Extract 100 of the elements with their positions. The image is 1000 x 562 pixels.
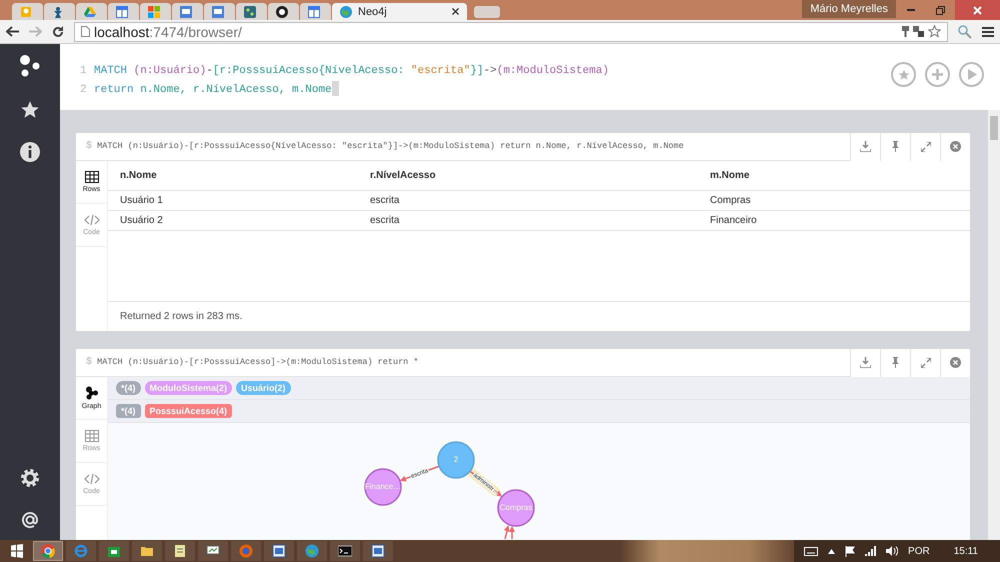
clock-time[interactable]: 15:11: [954, 546, 978, 556]
console-icon: [338, 544, 352, 558]
flag-icon[interactable]: [845, 546, 856, 556]
code-icon: [84, 473, 100, 485]
table-cell-text: escrita: [370, 195, 400, 206]
expand-icon: [920, 358, 930, 368]
expand-button[interactable]: [910, 133, 940, 160]
table-cell-text: Compras: [710, 195, 752, 206]
table-cell-text: escrita: [370, 215, 400, 226]
translate-icon[interactable]: [913, 26, 924, 37]
taskbar-button[interactable]: [264, 541, 294, 561]
taskbar-button[interactable]: [99, 541, 129, 561]
search-icon[interactable]: [958, 24, 972, 38]
url-host: localhost: [94, 24, 150, 40]
code-line: MATCH (n:Usuário)-[r:PosssuiAcesso{NívelAcesso: "escrita"}]->(m:ModuloSistema): [94, 64, 609, 79]
node-label: 2: [454, 455, 458, 464]
browser-e-icon: [74, 544, 88, 558]
taskbar-button[interactable]: [132, 541, 162, 561]
address-field[interactable]: localhost:7474/browser/: [74, 22, 948, 42]
close-button[interactable]: [940, 349, 970, 376]
close-window-button[interactable]: [955, 0, 1000, 20]
logo-icon[interactable]: [19, 54, 41, 78]
close-icon: [950, 141, 961, 152]
close-button[interactable]: [940, 133, 970, 160]
table-icon: [84, 430, 98, 442]
status-text: Returned 2 rows in 283 ms.: [108, 301, 970, 331]
download-button[interactable]: [850, 349, 880, 376]
pin-icon: [891, 141, 900, 152]
download-button[interactable]: [850, 133, 880, 160]
settings-icon[interactable]: [20, 468, 40, 488]
browser-tab[interactable]: [268, 3, 299, 20]
table-cell-text: Usuário 1: [120, 195, 164, 206]
caret-icon[interactable]: [828, 548, 836, 554]
cat-icon: [276, 6, 288, 18]
globe-icon: [340, 6, 352, 18]
close-icon: [950, 357, 961, 368]
query-command: MATCH (n:Usuário)-[r:PosssuiAcesso{NívelAcesso: "escrita"}]->(m:ModuloSistema) return n.Nome, r.NívelAcesso, m.Nome: [97, 141, 684, 151]
document-icon: [180, 6, 192, 18]
query-command: MATCH (n:Usuário)-[r:PosssuiAcesso]->(m:ModuloSistema) return *: [97, 357, 418, 367]
expand-icon: [920, 142, 930, 152]
folder-icon: [140, 544, 154, 558]
star-icon[interactable]: [20, 100, 40, 120]
pin-button[interactable]: [880, 133, 910, 160]
code-icon: [84, 214, 100, 226]
figure-icon: [52, 6, 64, 18]
graph-node[interactable]: [497, 489, 535, 527]
url-path: :7474/browser/: [149, 24, 242, 40]
minimize-icon: [907, 9, 915, 11]
reload-icon[interactable]: [52, 26, 64, 38]
prompt-sign: $: [86, 357, 92, 368]
graph-node[interactable]: [364, 468, 402, 506]
signal-icon[interactable]: [865, 546, 876, 556]
taskbar-button[interactable]: [330, 541, 360, 561]
column-header: m.Nome: [710, 170, 750, 181]
taskbar-button[interactable]: [198, 541, 228, 561]
at-sign-icon[interactable]: [20, 510, 40, 530]
plus-icon: [932, 69, 943, 80]
table-cell-text: Usuário 2: [120, 215, 164, 226]
star-icon: [898, 68, 910, 80]
key-icon[interactable]: [902, 26, 909, 37]
bulb-icon: [20, 6, 32, 18]
close-icon: [973, 6, 982, 14]
play-icon: [966, 69, 976, 80]
back-icon[interactable]: [6, 26, 19, 37]
bag-icon: [107, 544, 121, 558]
layout-icon: [308, 6, 320, 18]
window-app-icon: [371, 544, 385, 558]
line-number: 1: [80, 64, 88, 79]
table-icon: [84, 171, 98, 183]
relationship-arrow[interactable]: [504, 525, 510, 539]
profile-name[interactable]: Mário Meyrelles: [802, 0, 896, 18]
table-cell-text: Financeiro: [710, 215, 758, 226]
relationship-arrow[interactable]: [509, 526, 515, 539]
star-icon[interactable]: [928, 25, 941, 38]
line-number: 2: [80, 83, 88, 98]
speaker-icon[interactable]: [886, 546, 898, 556]
menu-icon[interactable]: [982, 26, 994, 36]
taskbar-button[interactable]: [165, 541, 195, 561]
graph-icon: [244, 6, 256, 18]
download-icon: [860, 357, 871, 368]
pin-button[interactable]: [880, 349, 910, 376]
notepad-icon: [173, 544, 187, 558]
code-line: return n.Nome, r.NívelAcesso, m.Nome: [94, 83, 332, 98]
graph-node[interactable]: [437, 441, 475, 479]
globe-icon: [305, 544, 319, 558]
taskbar-button[interactable]: [363, 541, 393, 561]
page-icon: [81, 26, 90, 37]
triangle-icon: [84, 6, 96, 18]
info-icon[interactable]: [20, 142, 40, 162]
layout-icon: [116, 6, 128, 18]
tab-title: Neo4j: [358, 6, 387, 18]
expand-button[interactable]: [910, 349, 940, 376]
keyboard-icon[interactable]: [804, 546, 818, 556]
close-icon[interactable]: [452, 8, 459, 14]
scrollbar[interactable]: [988, 110, 1000, 540]
node-label: Compras: [500, 503, 532, 512]
taskbar-button[interactable]: [33, 541, 63, 561]
language-indicator[interactable]: POR: [908, 546, 930, 556]
browser-tab[interactable]: Neo4j: [332, 3, 467, 20]
download-icon: [860, 141, 871, 152]
